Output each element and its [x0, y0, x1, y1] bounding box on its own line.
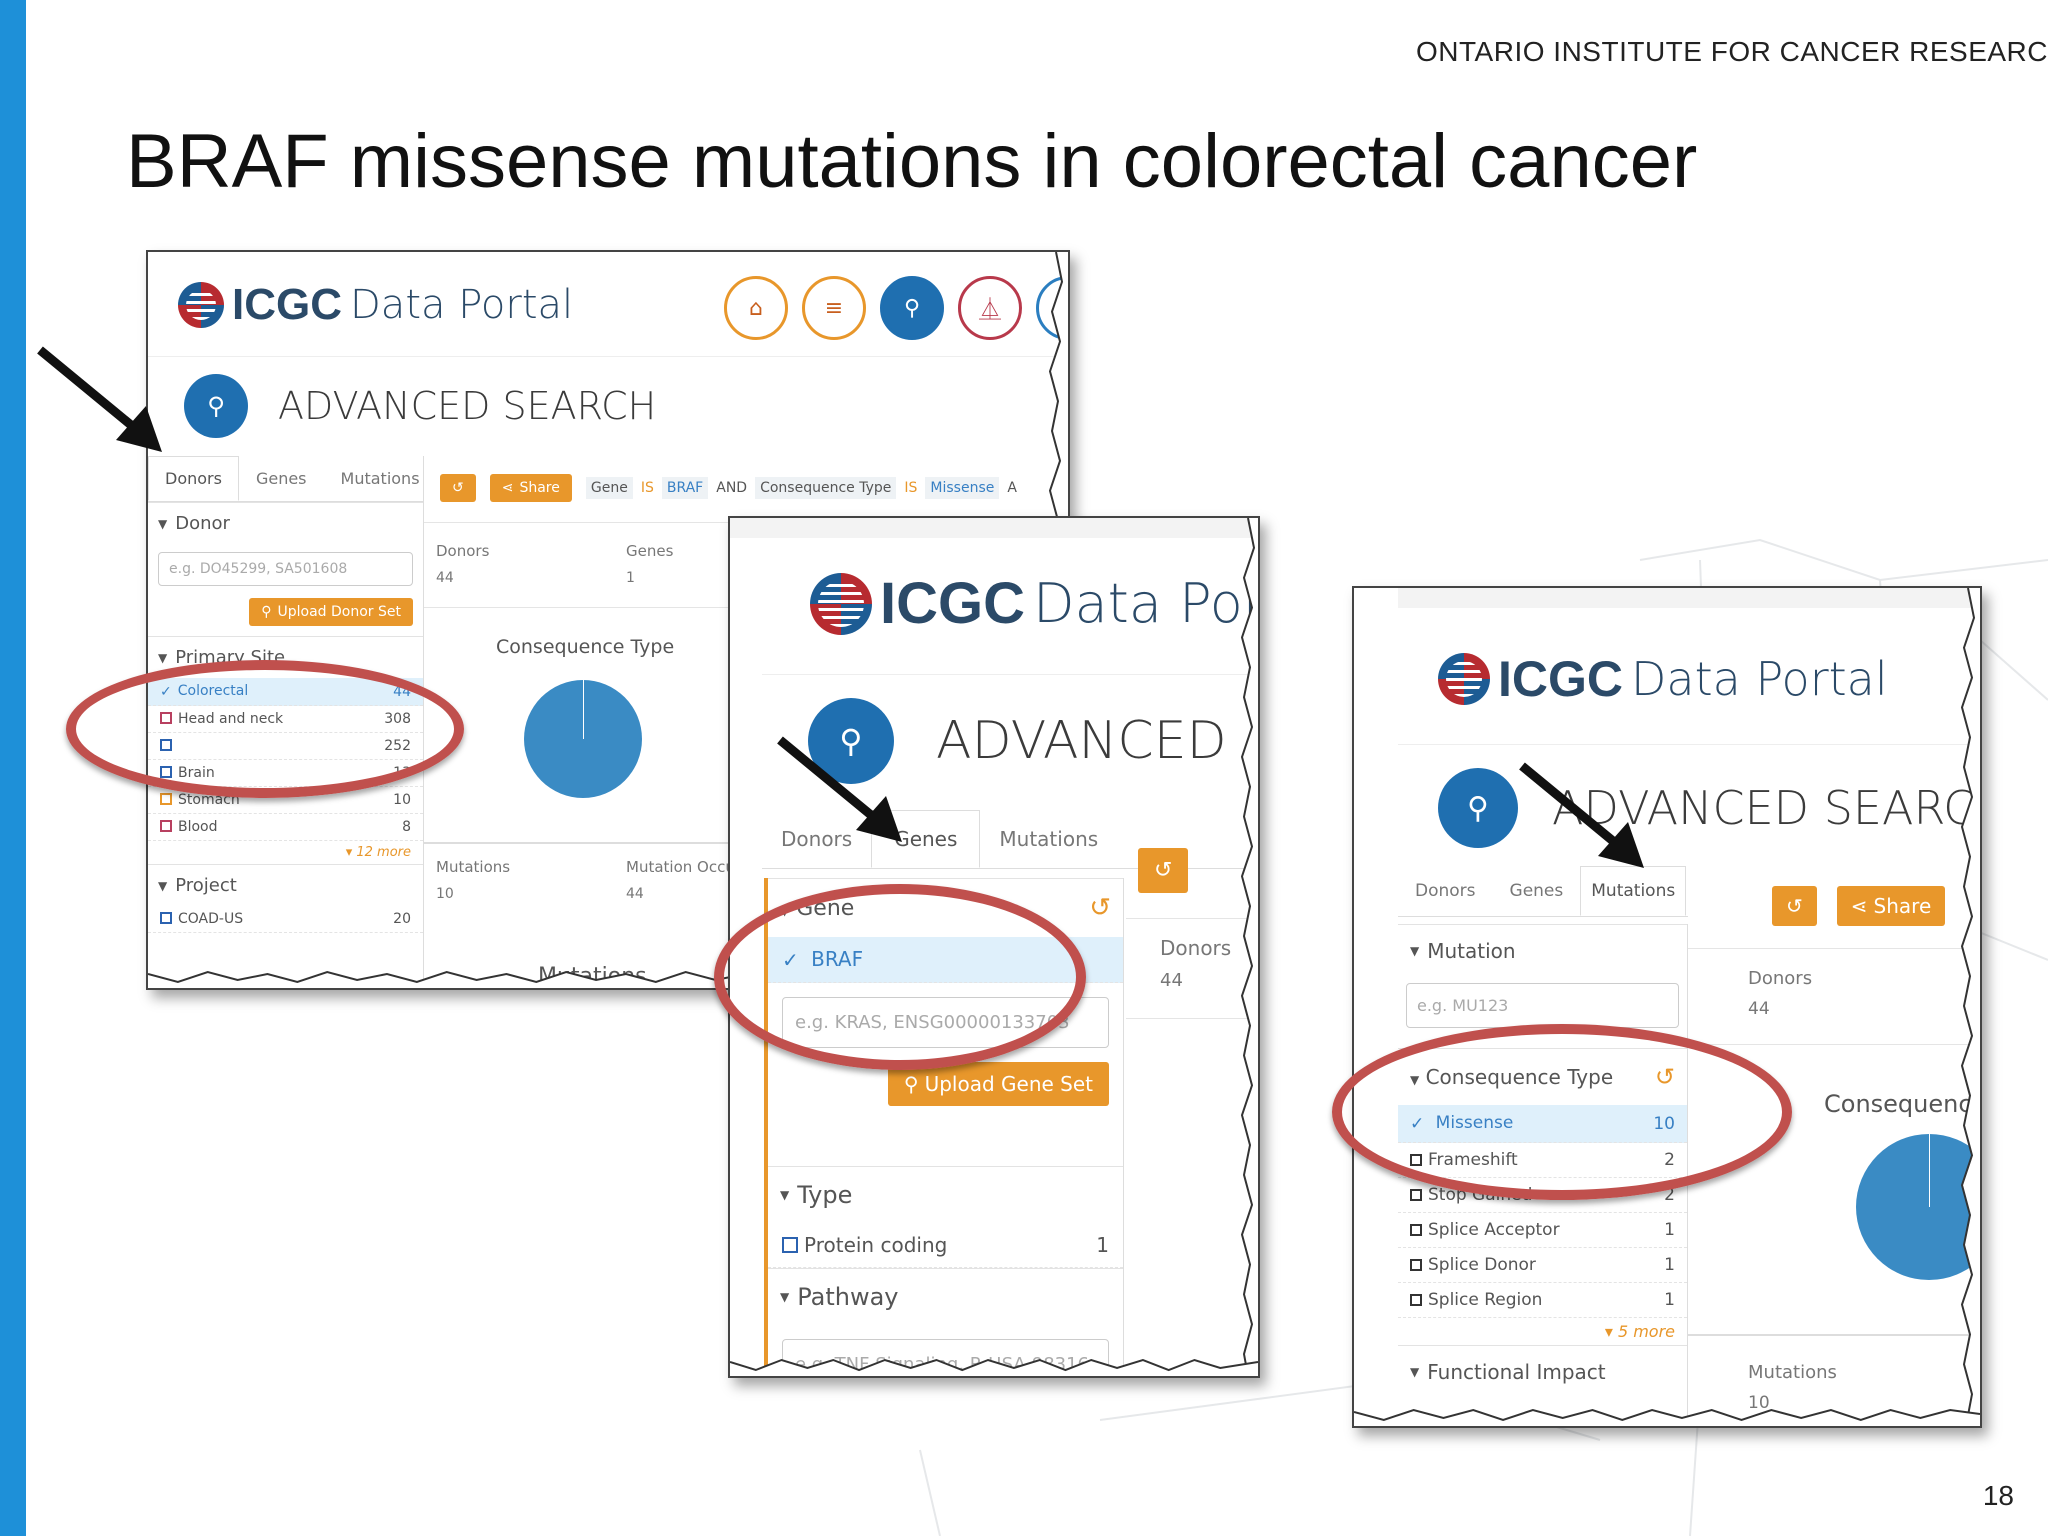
caret-down-icon: ▼	[158, 650, 168, 665]
query-filter-bar: Gene IS BRAF AND Consequence Type IS Missense A	[585, 477, 1021, 499]
pathway-facet-header[interactable]: ▼ Pathway	[768, 1268, 1123, 1325]
undo-icon: ↺	[1154, 858, 1173, 883]
slide: ONTARIO INSTITUTE FOR CANCER RESEARC BRA…	[0, 0, 2048, 1536]
query-token[interactable]: Missense	[925, 477, 1000, 499]
show-more-link[interactable]: ▾ 12 more	[148, 841, 423, 864]
functional-impact-facet-header[interactable]: ▼ Functional Impact	[1398, 1345, 1687, 1398]
checkbox-icon	[160, 793, 172, 805]
checkbox-icon	[782, 1237, 798, 1253]
checkbox-icon	[160, 912, 172, 924]
icgc-logo: ICGC Data Por	[810, 570, 1258, 637]
query-token: AND	[716, 480, 748, 496]
search-icon: ⚲	[261, 604, 272, 620]
consequence-pie-chart	[524, 680, 642, 798]
donor-facet-header[interactable]: ▼ Donor	[148, 502, 423, 544]
undo-icon: ↺	[452, 480, 464, 496]
highlight-ellipse-gene	[714, 884, 1086, 1070]
home-icon: ⌂	[749, 295, 763, 321]
flask-icon: ⏅	[978, 298, 1001, 323]
globe-logo-icon	[810, 572, 872, 635]
globe-logo-icon	[1438, 653, 1490, 705]
analysis-button[interactable]: ⏅	[958, 276, 1022, 340]
summary-mutations: Mutations 10	[436, 858, 511, 902]
undo-button[interactable]: ↺	[1772, 886, 1817, 926]
chart-title: Consequence Type	[496, 636, 675, 658]
highlight-ellipse-consequence	[1332, 1024, 1792, 1200]
icgc-logo: ICGC Data Portal	[1438, 650, 1888, 708]
menu-icon: ≡	[824, 295, 844, 321]
advanced-search-heading: ADVANCED	[936, 711, 1227, 771]
tab-mutations[interactable]: Mutations	[324, 456, 437, 501]
list-item[interactable]: Blood 8	[148, 814, 423, 841]
arrow-to-mutations-tab-icon	[1519, 762, 1644, 868]
show-more-link[interactable]: ▾ 5 more	[1398, 1318, 1687, 1345]
list-item[interactable]: Splice Donor 1	[1398, 1248, 1687, 1283]
mutation-search-input[interactable]: e.g. MU123	[1406, 983, 1679, 1028]
globe-logo-icon	[178, 282, 224, 328]
checkbox-icon	[1410, 1259, 1422, 1271]
icgc-logo: ICGC Data Portal	[178, 280, 573, 330]
advanced-search-heading: ADVANCED SEARCH	[278, 384, 657, 428]
summary-donors: Donors 44	[436, 542, 490, 586]
query-token[interactable]: Gene	[585, 477, 633, 499]
share-button[interactable]: ⋖ Share	[489, 474, 572, 502]
undo-button[interactable]: ↺	[440, 474, 476, 502]
highlight-ellipse-primary-site	[66, 660, 464, 798]
caret-down-icon: ▼	[1410, 1365, 1420, 1379]
share-icon: ⋖	[1850, 894, 1868, 918]
query-token: IS	[904, 480, 918, 496]
type-facet-header[interactable]: ▼ Type	[768, 1166, 1123, 1223]
portal-header: ICGC Data Portal	[178, 280, 573, 330]
advanced-search-icon: ⚲	[184, 374, 248, 438]
list-item[interactable]: Splice Acceptor 1	[1398, 1213, 1687, 1248]
share-icon: ⋖	[501, 480, 514, 496]
list-item[interactable]: Splice Region 1	[1398, 1283, 1687, 1318]
search-nav-button[interactable]: ⚲	[880, 276, 944, 340]
entity-tabs: Donors Genes Mutations	[148, 456, 423, 502]
arrow-to-donors-tab-icon	[37, 346, 162, 452]
list-item[interactable]: COAD-US 20	[148, 906, 423, 933]
query-token: A	[1007, 480, 1017, 496]
search-icon: ⚲	[903, 295, 921, 321]
arrow-to-genes-tab-icon	[777, 736, 902, 842]
share-button[interactable]: ⋖ Share	[1836, 886, 1946, 926]
caret-down-icon: ▼	[780, 1290, 790, 1304]
tab-mutations[interactable]: Mutations	[980, 810, 1117, 868]
undo-icon: ↺	[1786, 894, 1803, 918]
caret-down-icon: ▼	[158, 516, 168, 531]
checkbox-icon	[160, 820, 172, 832]
checkbox-icon	[1410, 1224, 1422, 1236]
project-facet-header[interactable]: ▼ Project	[148, 864, 423, 906]
home-button[interactable]: ⌂	[724, 276, 788, 340]
summary-donors: Donors 44	[1748, 968, 1813, 1019]
query-token: IS	[640, 480, 654, 496]
caret-down-icon: ▼	[780, 1188, 790, 1202]
query-token[interactable]: Consequence Type	[755, 477, 897, 499]
tab-genes[interactable]: Genes	[239, 456, 324, 501]
caret-down-icon: ▼	[1410, 944, 1420, 958]
search-icon: ⚲	[903, 1072, 919, 1096]
query-token[interactable]: BRAF	[661, 477, 709, 499]
checkbox-icon	[1410, 1189, 1422, 1201]
slide-title: BRAF missense mutations in colorectal ca…	[126, 119, 1698, 204]
tab-donors[interactable]: Donors	[148, 456, 239, 501]
page-number: 18	[1982, 1480, 2014, 1511]
menu-button[interactable]: ≡	[802, 276, 866, 340]
reset-icon[interactable]: ↺	[1089, 893, 1111, 923]
advanced-search-icon: ⚲	[1438, 768, 1518, 848]
checkbox-icon	[1410, 1294, 1422, 1306]
organization-header: ONTARIO INSTITUTE FOR CANCER RESEARC	[1416, 36, 2048, 67]
caret-down-icon: ▼	[158, 878, 168, 893]
mutation-facet-header[interactable]: ▼ Mutation	[1398, 924, 1687, 977]
undo-button[interactable]: ↺	[1138, 848, 1189, 893]
upload-donor-set-button[interactable]: ⚲ Upload Donor Set	[249, 598, 413, 626]
list-item[interactable]: Protein coding 1	[768, 1223, 1123, 1268]
donor-search-input[interactable]: e.g. DO45299, SA501608	[158, 552, 413, 586]
summary-donors: Donors 44	[1160, 936, 1232, 991]
tab-donors[interactable]: Donors	[1398, 866, 1493, 916]
screenshot-mutation-facets: ICGC Data Portal ⚲ ADVANCED SEARCH Donor…	[1352, 586, 1982, 1428]
